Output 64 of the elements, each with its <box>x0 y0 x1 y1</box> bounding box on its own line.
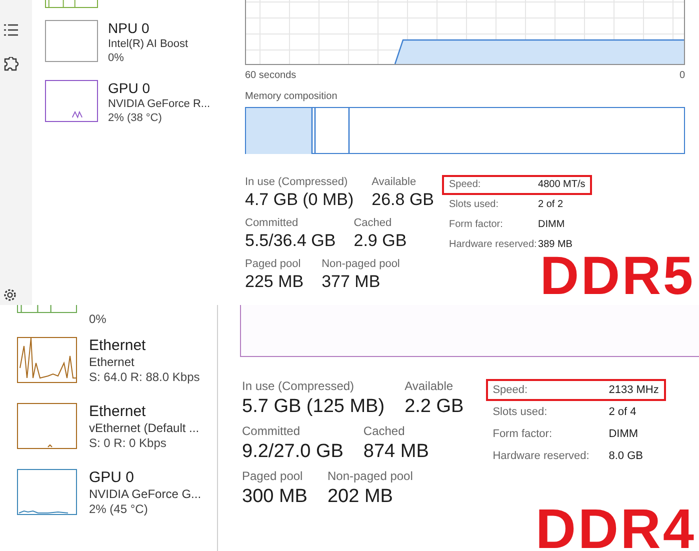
stat-label: Non-paged pool <box>327 469 413 484</box>
device-subtitle: NVIDIA GeForce G... <box>89 487 202 502</box>
spec-label: Slots used: <box>449 198 500 212</box>
spec-label: Form factor: <box>492 427 554 442</box>
stat-value: 300 MB <box>242 485 308 509</box>
axis-label: 60 seconds <box>245 69 296 83</box>
device-reading: S: 64.0 R: 88.0 Kbps <box>89 370 200 385</box>
stat-label: Paged pool <box>242 469 304 484</box>
stat-label: Cached <box>354 216 393 230</box>
stat-label: Available <box>372 175 418 189</box>
spec-value: 4800 MT/s <box>538 178 586 192</box>
device-title: Ethernet <box>89 337 147 355</box>
stat-label: Non-paged pool <box>322 257 400 271</box>
stat-label: Paged pool <box>245 257 302 271</box>
device-reading: 0% <box>108 51 125 65</box>
device-reading: 0% <box>89 312 106 327</box>
axis-label: 0 <box>679 69 685 83</box>
settings-icon <box>3 288 17 302</box>
annotation-label: DDR4 <box>536 501 696 551</box>
stat-label: In use (Compressed) <box>245 175 349 189</box>
spec-label: Speed: <box>492 383 529 398</box>
device-title: GPU 0 <box>108 80 152 97</box>
stat-value: 5.7 GB (125 MB) <box>242 395 385 419</box>
device-subtitle: Ethernet <box>89 355 136 370</box>
puzzle-icon <box>3 57 19 73</box>
device-subtitle: Intel(R) AI Boost <box>108 37 188 51</box>
stat-value: 5.5/36.4 GB <box>245 230 336 252</box>
device-reading: S: 0 R: 0 Kbps <box>89 436 168 451</box>
stat-value: 874 MB <box>363 440 429 464</box>
device-subtitle: vEthernet (Default ... <box>89 421 200 436</box>
device-reading: 2% (45 °C) <box>89 502 149 517</box>
stat-value: 2.2 GB <box>404 395 464 419</box>
stat-value: 9.2/27.0 GB <box>242 440 344 464</box>
spec-value: 2133 MHz <box>608 383 659 398</box>
device-title: NPU 0 <box>108 20 150 37</box>
spec-value: 2 of 4 <box>608 405 636 420</box>
device-title: Ethernet <box>89 403 147 421</box>
stat-value: 225 MB <box>245 271 304 293</box>
stat-label: Committed <box>242 424 302 439</box>
stat-label: Cached <box>363 424 406 439</box>
device-reading: 2% (38 °C) <box>108 111 163 125</box>
spec-label: Slots used: <box>492 405 548 420</box>
spec-label: Speed: <box>449 178 482 192</box>
device-title: GPU 0 <box>89 469 136 487</box>
spec-label: Hardware reserved: <box>449 238 538 252</box>
spec-value: 2 of 2 <box>538 198 564 212</box>
list-icon <box>3 24 19 36</box>
device-subtitle: NVIDIA GeForce R... <box>108 97 210 111</box>
stat-value: 202 MB <box>327 485 394 509</box>
stat-label: Committed <box>245 216 300 230</box>
spec-value: DIMM <box>538 218 565 232</box>
spec-value: 8.0 GB <box>608 449 643 464</box>
spec-value: DIMM <box>608 427 638 442</box>
stat-value: 4.7 GB (0 MB) <box>245 189 354 211</box>
annotation-label: DDR5 <box>540 249 695 303</box>
spec-label: Hardware reserved: <box>492 449 590 464</box>
section-label: Memory composition <box>245 90 338 104</box>
stat-label: In use (Compressed) <box>242 379 356 394</box>
spec-label: Form factor: <box>449 218 504 232</box>
stat-value: 377 MB <box>322 271 382 293</box>
stat-value: 26.8 GB <box>372 189 434 211</box>
stat-value: 2.9 GB <box>354 230 407 252</box>
stat-label: Available <box>404 379 454 394</box>
spec-value: 389 MB <box>538 238 572 252</box>
